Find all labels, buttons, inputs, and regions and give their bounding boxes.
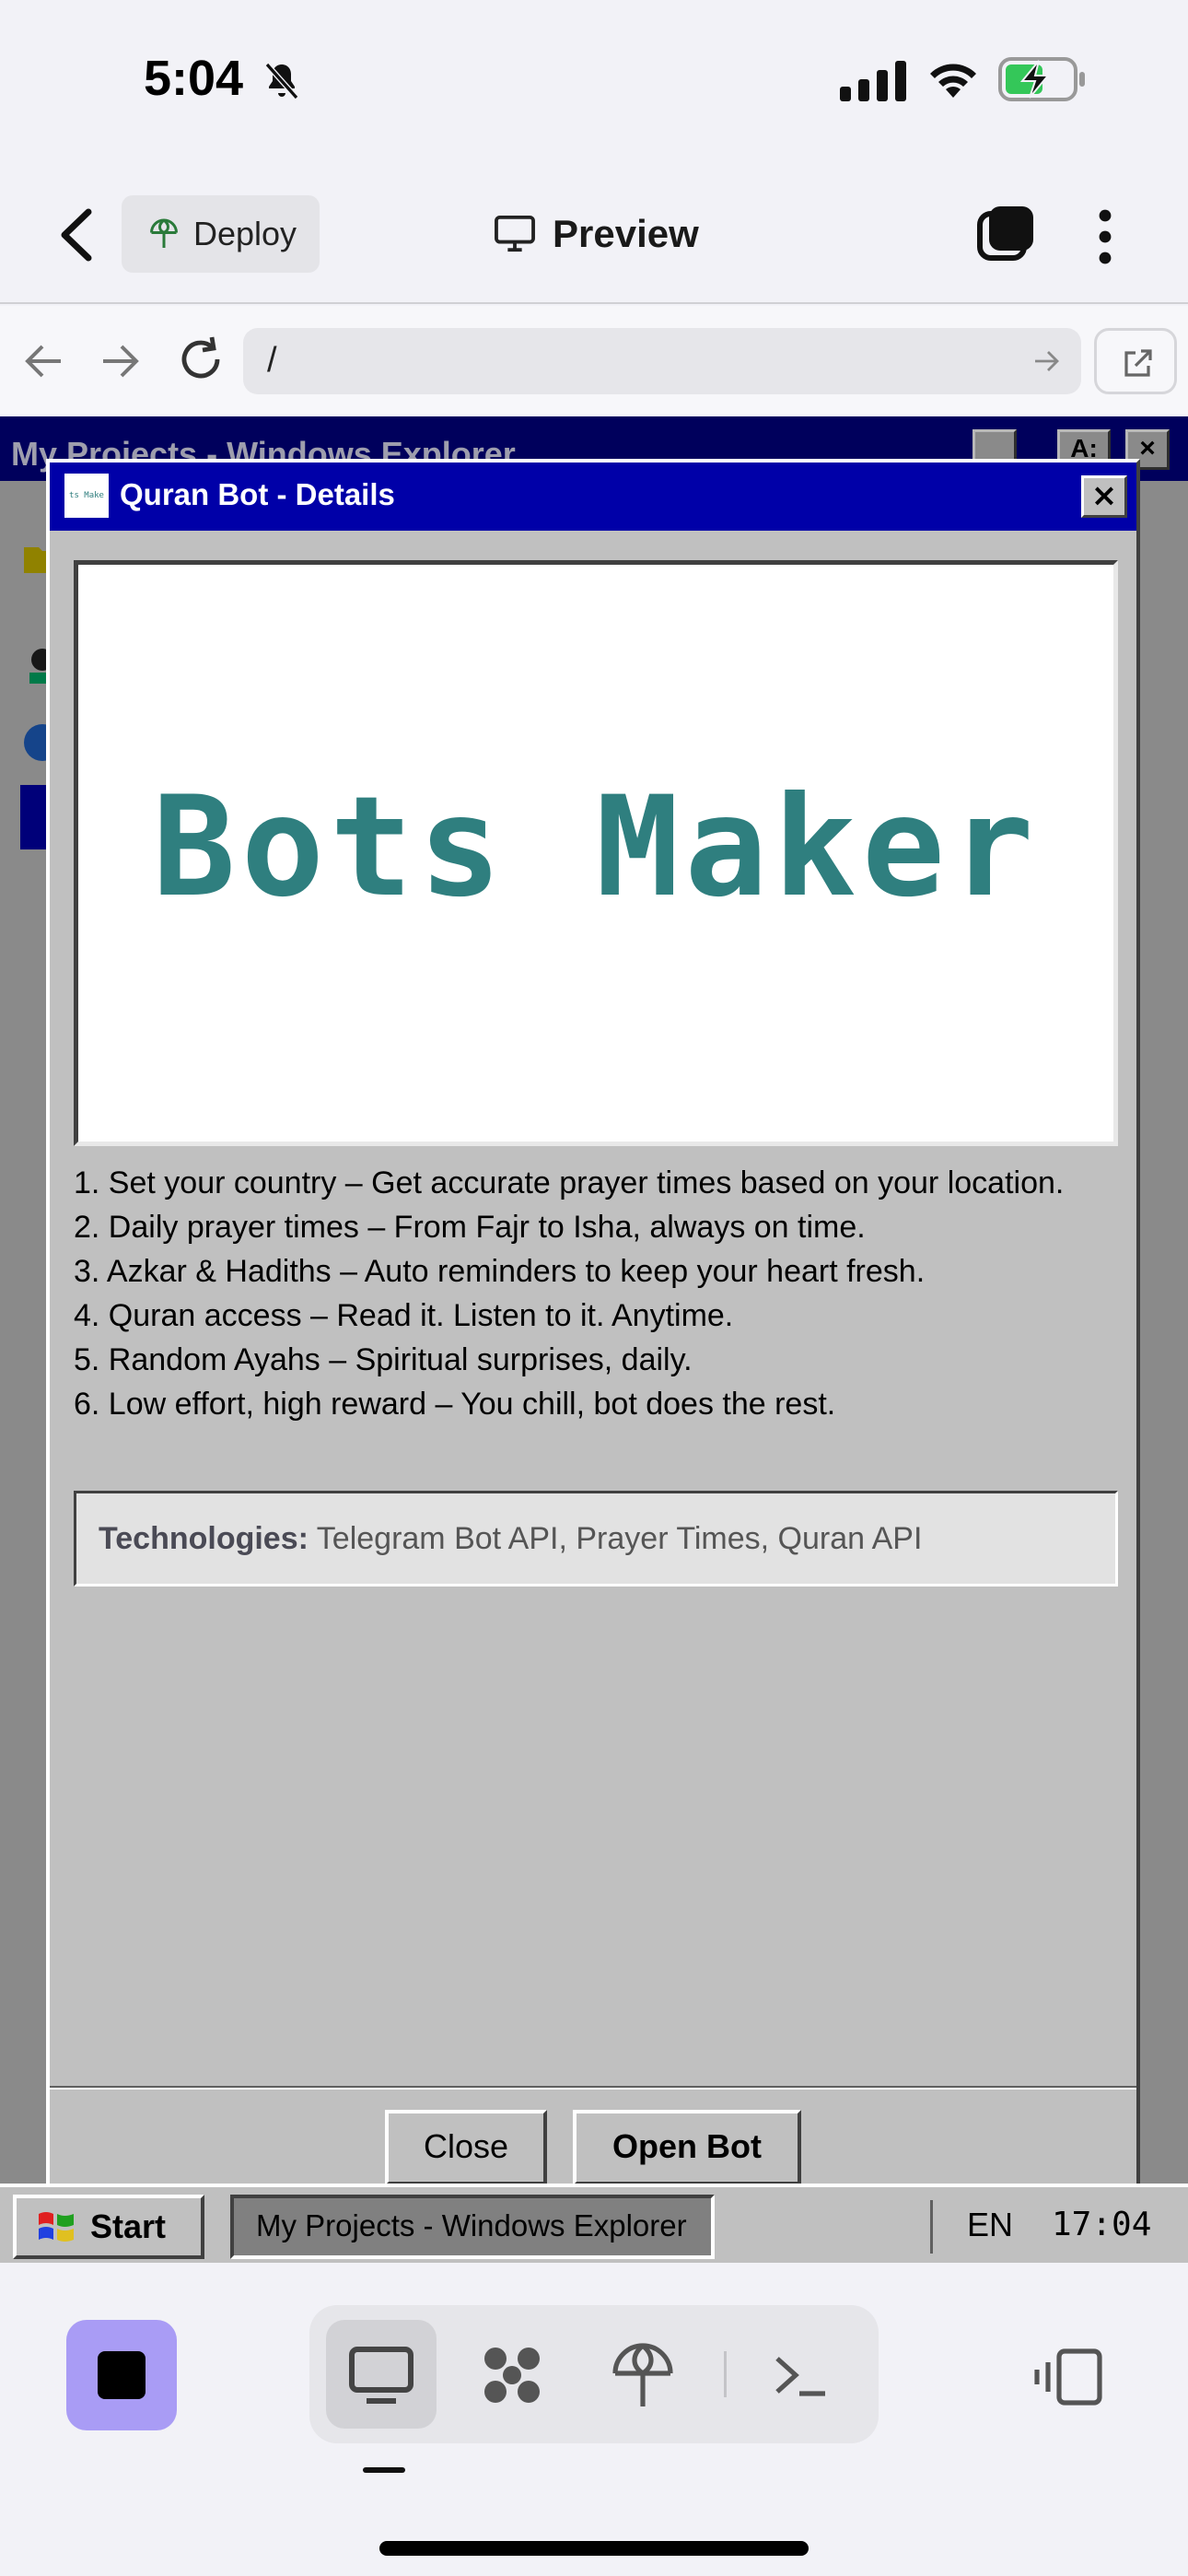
deploy-tab-icon[interactable] [608, 2340, 678, 2410]
external-link-icon [1124, 349, 1152, 377]
layout-icon[interactable] [1033, 2348, 1103, 2406]
signal-icon [840, 61, 906, 101]
win98-taskbar: Start My Projects - Windows Explorer EN … [0, 2184, 1188, 2263]
taskbar-item-explorer[interactable]: My Projects - Windows Explorer [230, 2195, 715, 2259]
win98-desktop: My Projects - Windows Explorer _ A: × ts… [0, 416, 1188, 2189]
arrow-left-icon[interactable] [20, 337, 68, 385]
arrow-right-icon[interactable] [96, 337, 144, 385]
taskbar-clock: 17:04 [1052, 2206, 1152, 2243]
language-indicator[interactable]: EN [967, 2206, 1013, 2244]
dialog-titlebar: ts Make Quran Bot - Details × [50, 463, 1136, 531]
feature-item: 5. Random Ayahs – Spiritual surprises, d… [74, 1342, 693, 1377]
deploy-icon [150, 218, 178, 248]
start-button[interactable]: Start [13, 2195, 204, 2259]
feature-item: 4. Quran access – Read it. Listen to it.… [74, 1298, 734, 1333]
monitor-icon [495, 215, 535, 252]
url-input[interactable]: / [243, 328, 1081, 394]
phone-screen: 5:04 Deploy Preview / My Projects - Wind… [0, 0, 1188, 2576]
reload-icon[interactable] [175, 334, 227, 385]
tray-separator [930, 2200, 933, 2254]
close-button[interactable]: Close [385, 2110, 547, 2185]
more-icon[interactable] [1087, 206, 1124, 267]
bot-logo-icon: ts Make [64, 474, 109, 518]
apps-icon[interactable] [477, 2340, 547, 2410]
feature-item: 3. Azkar & Hadiths – Auto reminders to k… [74, 1254, 926, 1289]
details-dialog: ts Make Quran Bot - Details × Bots Maker… [46, 459, 1140, 2189]
banner-text: Bots Maker [152, 767, 1040, 928]
bell-slash-icon [264, 63, 299, 100]
status-bar: 5:04 [0, 0, 1188, 166]
feature-item: 2. Daily prayer times – From Fajr to Ish… [74, 1210, 866, 1245]
browser-toolbar: / [0, 306, 1188, 416]
view-switcher [309, 2305, 879, 2443]
active-tab-indicator [363, 2467, 405, 2473]
home-indicator[interactable] [379, 2541, 809, 2556]
desktop-icon[interactable] [346, 2340, 416, 2410]
battery-charging-icon [998, 57, 1085, 101]
bot-banner-image: Bots Maker [74, 560, 1118, 1146]
footer-divider [50, 2086, 1136, 2090]
technologies-box: Technologies: Telegram Bot API, Prayer T… [74, 1491, 1118, 1587]
technologies-label: Technologies: [99, 1521, 309, 1556]
preview-title: Preview [494, 206, 699, 262]
preview-label: Preview [553, 212, 699, 255]
feature-item: 1. Set your country – Get accurate praye… [74, 1165, 1065, 1200]
feature-item: 6. Low effort, high reward – You chill, … [74, 1387, 836, 1422]
dialog-close-icon[interactable]: × [1081, 475, 1127, 518]
url-text: / [267, 341, 277, 380]
app-header: Deploy Preview [0, 166, 1188, 304]
wifi-icon [930, 64, 976, 98]
back-chevron-icon[interactable] [52, 205, 101, 265]
stack-icon[interactable] [976, 203, 1037, 263]
bottom-toolbar [0, 2263, 1188, 2576]
open-bot-button[interactable]: Open Bot [573, 2110, 801, 2185]
arrow-right-go-icon[interactable] [1031, 346, 1061, 376]
dialog-title: Quran Bot - Details [120, 477, 395, 511]
windows-logo-icon [39, 2212, 74, 2242]
open-external-button[interactable] [1094, 328, 1177, 394]
feature-list: 1. Set your country – Get accurate praye… [74, 1161, 1118, 1426]
deploy-button[interactable]: Deploy [122, 195, 320, 273]
terminal-icon[interactable] [766, 2340, 836, 2410]
technologies-value: Telegram Bot API, Prayer Times, Quran AP… [316, 1521, 923, 1556]
stop-icon [98, 2351, 146, 2399]
deploy-label: Deploy [193, 215, 297, 252]
scrollbar-thumb[interactable] [1166, 527, 1181, 1006]
start-label: Start [90, 2207, 167, 2245]
status-time: 5:04 [144, 51, 244, 106]
stop-button[interactable] [66, 2320, 177, 2430]
toolbar-divider [724, 2351, 727, 2397]
